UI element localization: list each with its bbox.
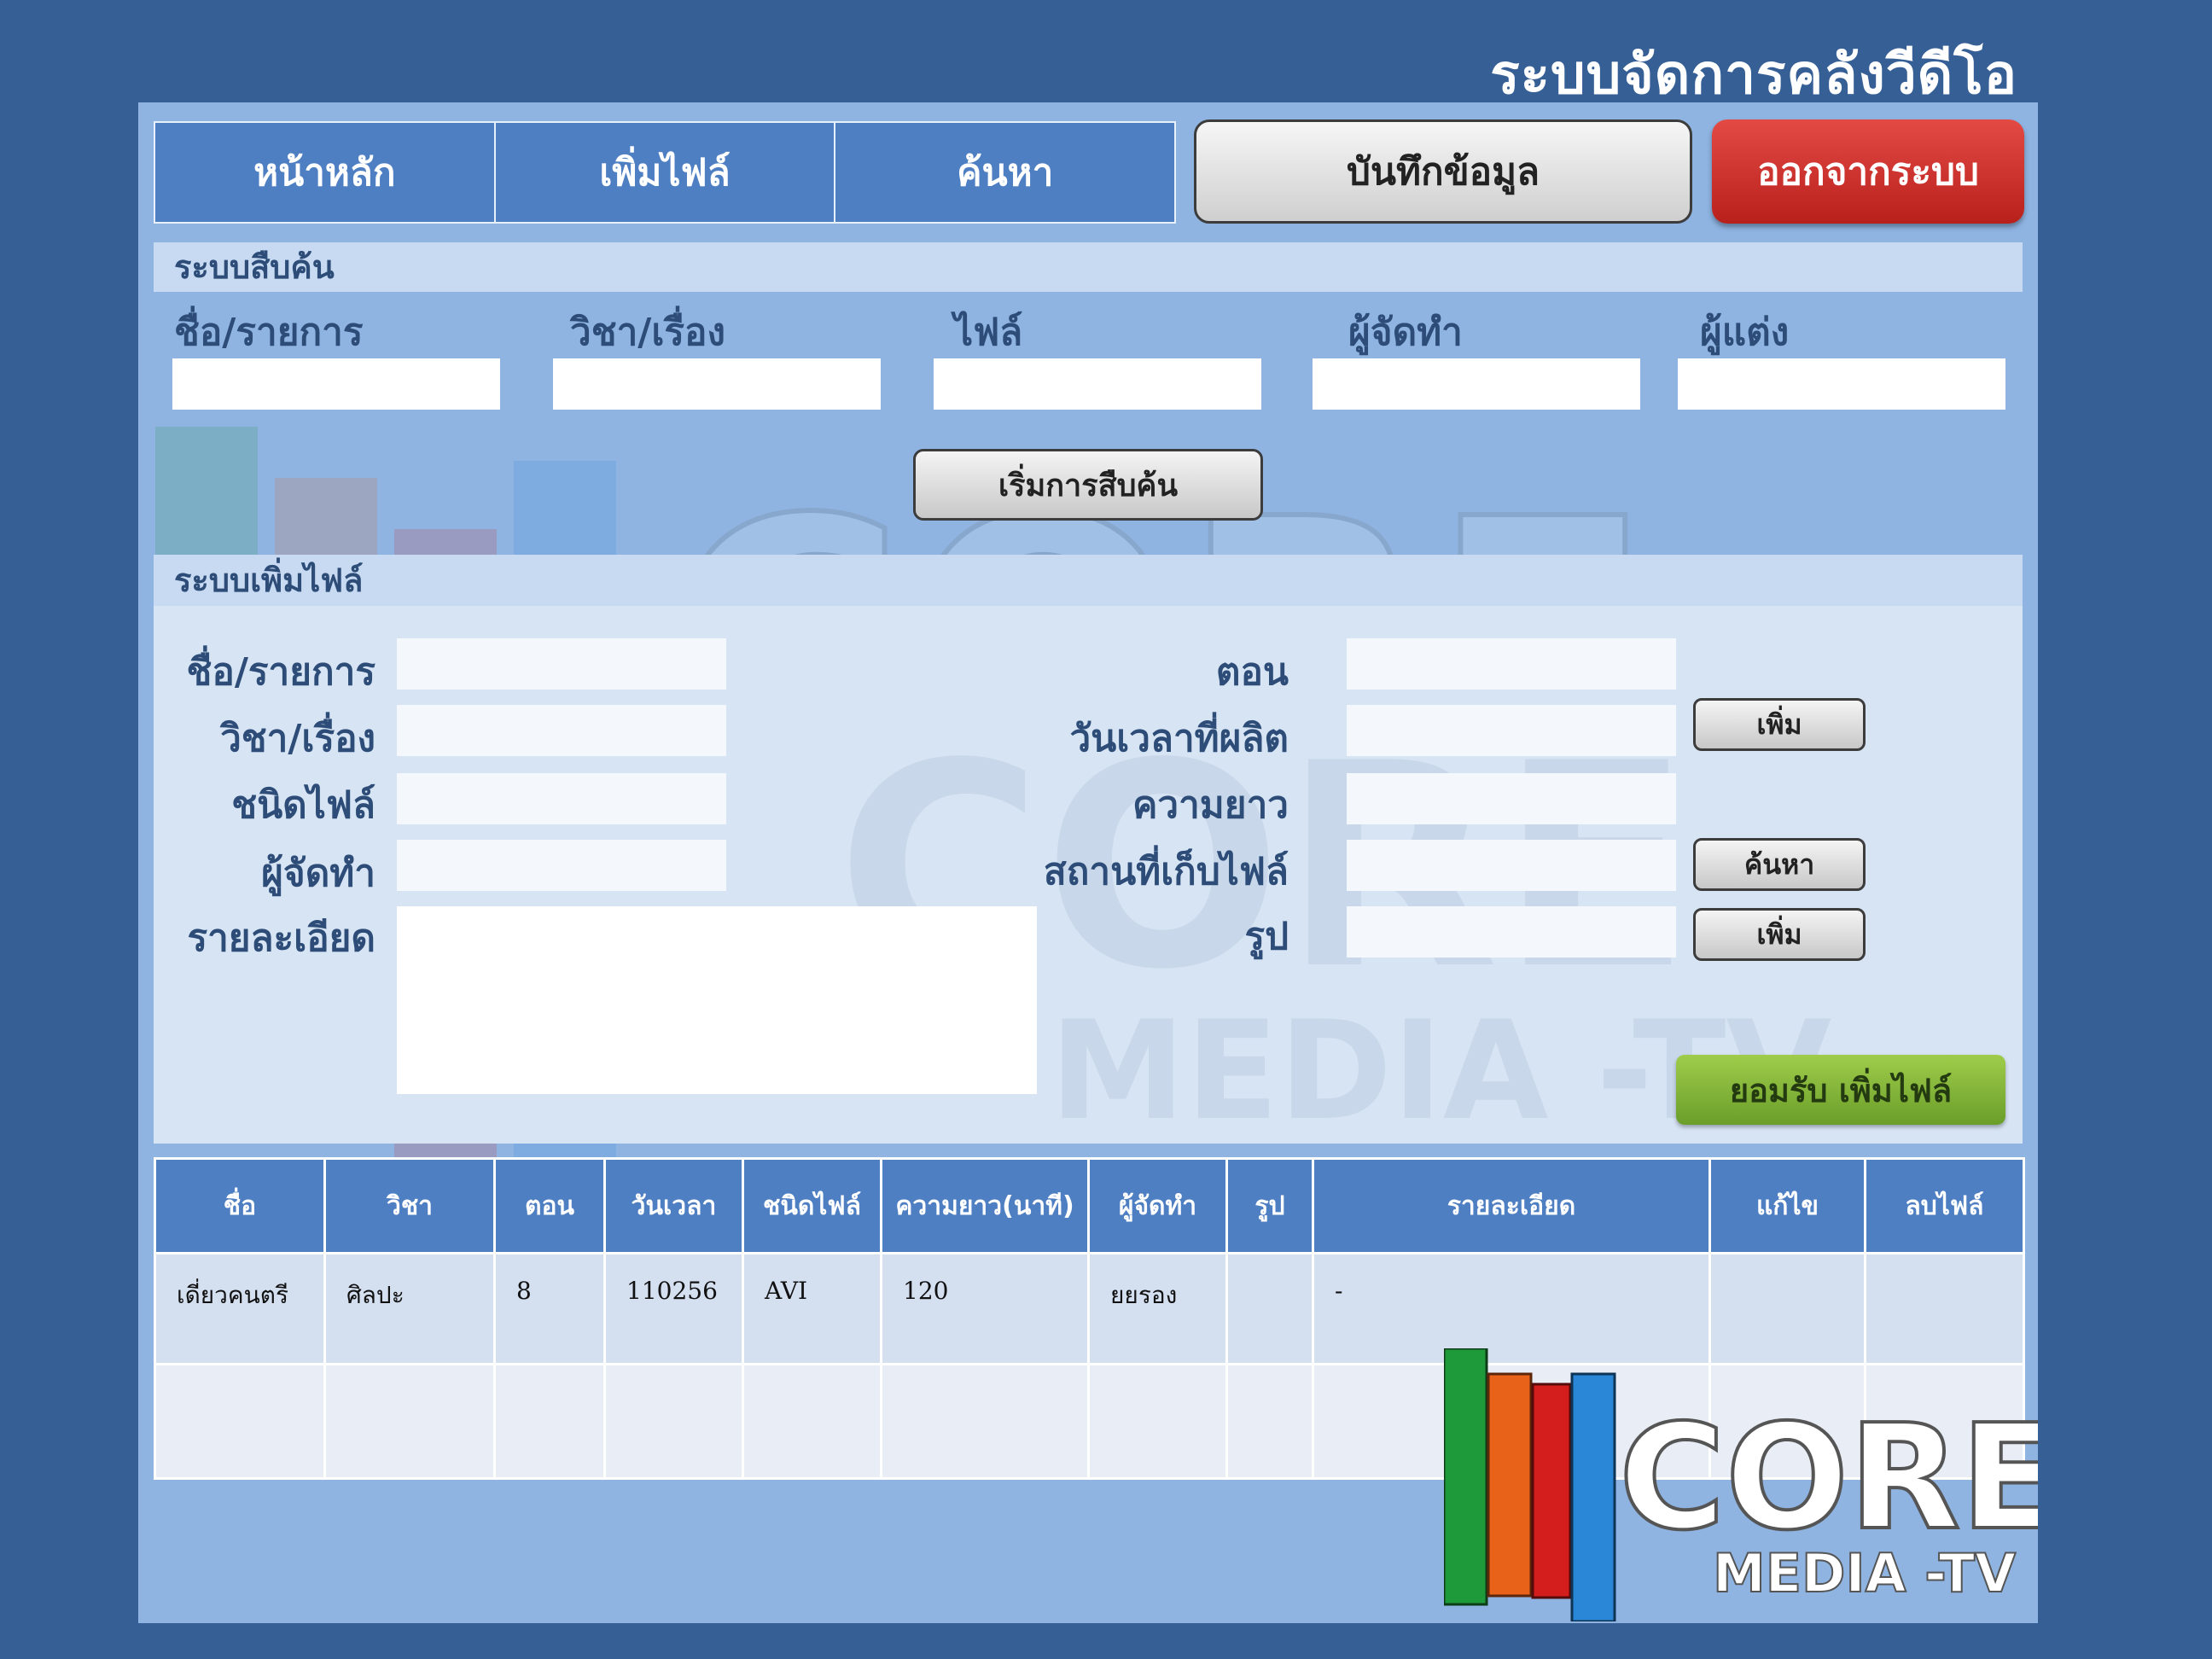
col-header-name: ชื่อ: [154, 1157, 326, 1254]
cell-delete[interactable]: [1864, 1252, 2025, 1365]
add-image-button[interactable]: เพิ่ม: [1693, 908, 1866, 961]
empty-cell: [154, 1363, 326, 1480]
search-subject-input[interactable]: [553, 358, 881, 410]
search-label-producer: ผู้จัดทำ: [1348, 311, 1463, 354]
logo-bar-blue: [1570, 1372, 1616, 1621]
search-label-name: ชื่อ/รายการ: [174, 311, 364, 354]
label-episode: ตอน: [1215, 650, 1289, 694]
add-section-title: ระบบเพิ่มไฟล์: [154, 555, 2023, 606]
tab-search[interactable]: ค้นหา: [835, 123, 1174, 222]
empty-cell: [1225, 1363, 1314, 1480]
name-input[interactable]: [397, 638, 726, 690]
cell-date: 110256: [603, 1252, 744, 1365]
accept-add-file-button[interactable]: ยอมรับ เพิ่มไฟล์: [1676, 1055, 2005, 1125]
cell-details: -: [1312, 1252, 1711, 1365]
search-form: ชื่อ/รายการ วิชา/เรื่อง ไฟล์ ผู้จัดทำ ผู…: [154, 292, 2023, 555]
search-section-title: ระบบสืบค้น: [154, 242, 2023, 292]
duration-input[interactable]: [1347, 773, 1676, 824]
label-file-type: ชนิดไฟล์: [231, 783, 375, 827]
search-producer-input[interactable]: [1313, 358, 1640, 410]
producer-input[interactable]: [397, 840, 726, 891]
cell-subject: ศิลปะ: [323, 1252, 496, 1365]
logo-text-sub: MEDIA -TV: [1713, 1542, 2016, 1604]
cell-file-type: AVI: [742, 1252, 882, 1365]
episode-input[interactable]: [1347, 638, 1676, 690]
search-name-input[interactable]: [172, 358, 500, 410]
logout-button[interactable]: ออกจากระบบ: [1712, 119, 2024, 224]
col-header-date: วันเวลา: [603, 1157, 744, 1254]
empty-cell: [493, 1363, 606, 1480]
label-duration: ความยาว: [1132, 783, 1289, 827]
table-header-row: ชื่อ วิชา ตอน วันเวลา ชนิดไฟล์ ความยาว(น…: [154, 1157, 2025, 1254]
tab-home[interactable]: หน้าหลัก: [155, 123, 496, 222]
empty-cell: [603, 1363, 744, 1480]
cell-episode: 8: [493, 1252, 606, 1365]
browse-location-button[interactable]: ค้นหา: [1693, 838, 1866, 891]
col-header-episode: ตอน: [493, 1157, 606, 1254]
cell-image: [1225, 1252, 1314, 1365]
empty-cell: [880, 1363, 1090, 1480]
label-producer: ผู้จัดทำ: [261, 852, 375, 895]
cell-producer: ยยรอง: [1087, 1252, 1228, 1365]
label-image: รูป: [1244, 915, 1289, 958]
col-header-details: รายละเอียด: [1312, 1157, 1711, 1254]
empty-cell: [1087, 1363, 1228, 1480]
label-name: ชื่อ/รายการ: [186, 650, 375, 694]
production-date-input[interactable]: [1347, 705, 1676, 756]
search-label-author: ผู้แต่ง: [1700, 311, 1790, 354]
cell-duration: 120: [880, 1252, 1090, 1365]
core-media-tv-logo: CORE MEDIA -TV: [1444, 1348, 2038, 1621]
search-file-input[interactable]: [934, 358, 1261, 410]
logo-bar-green: [1444, 1348, 1488, 1606]
storage-location-input[interactable]: [1347, 840, 1676, 891]
save-button[interactable]: บันทึกข้อมูล: [1194, 119, 1692, 224]
details-textarea[interactable]: [397, 906, 1037, 1094]
tab-add-file[interactable]: เพิ่มไฟล์: [496, 123, 836, 222]
add-date-button[interactable]: เพิ่ม: [1693, 698, 1866, 751]
empty-cell: [742, 1363, 882, 1480]
col-header-file-type: ชนิดไฟล์: [742, 1157, 882, 1254]
label-storage-location: สถานที่เก็บไฟล์: [1043, 850, 1289, 894]
image-input[interactable]: [1347, 906, 1676, 958]
col-header-producer: ผู้จัดทำ: [1087, 1157, 1228, 1254]
label-details: รายละเอียด: [187, 917, 375, 960]
file-type-input[interactable]: [397, 773, 726, 824]
cell-edit[interactable]: [1708, 1252, 1866, 1365]
cell-name: เดี่ยวคนตรี: [154, 1252, 326, 1365]
main-nav: หน้าหลัก เพิ่มไฟล์ ค้นหา: [154, 121, 1176, 224]
main-panel: CORE MEDIA -TV หน้าหลัก เพิ่มไฟล์ ค้นหา …: [138, 102, 2038, 1623]
subject-input[interactable]: [397, 705, 726, 756]
search-author-input[interactable]: [1678, 358, 2005, 410]
logo-bar-orange: [1487, 1372, 1533, 1598]
logo-text-main: CORE: [1619, 1394, 2038, 1563]
search-label-file: ไฟล์: [954, 311, 1023, 354]
col-header-edit: แก้ไข: [1708, 1157, 1866, 1254]
search-label-subject: วิชา/เรื่อง: [570, 311, 725, 354]
col-header-duration: ความยาว(นาที): [880, 1157, 1090, 1254]
col-header-delete: ลบไฟล์: [1864, 1157, 2025, 1254]
table-row[interactable]: เดี่ยวคนตรี ศิลปะ 8 110256 AVI 120 ยยรอง…: [154, 1252, 2025, 1365]
start-search-button[interactable]: เริ่มการสืบค้น: [913, 449, 1263, 521]
col-header-image: รูป: [1225, 1157, 1314, 1254]
empty-cell: [323, 1363, 496, 1480]
label-subject: วิชา/เรื่อง: [220, 717, 375, 760]
label-production-date: วันเวลาที่ผลิต: [1069, 717, 1289, 760]
logo-bar-red: [1531, 1382, 1572, 1599]
col-header-subject: วิชา: [323, 1157, 496, 1254]
